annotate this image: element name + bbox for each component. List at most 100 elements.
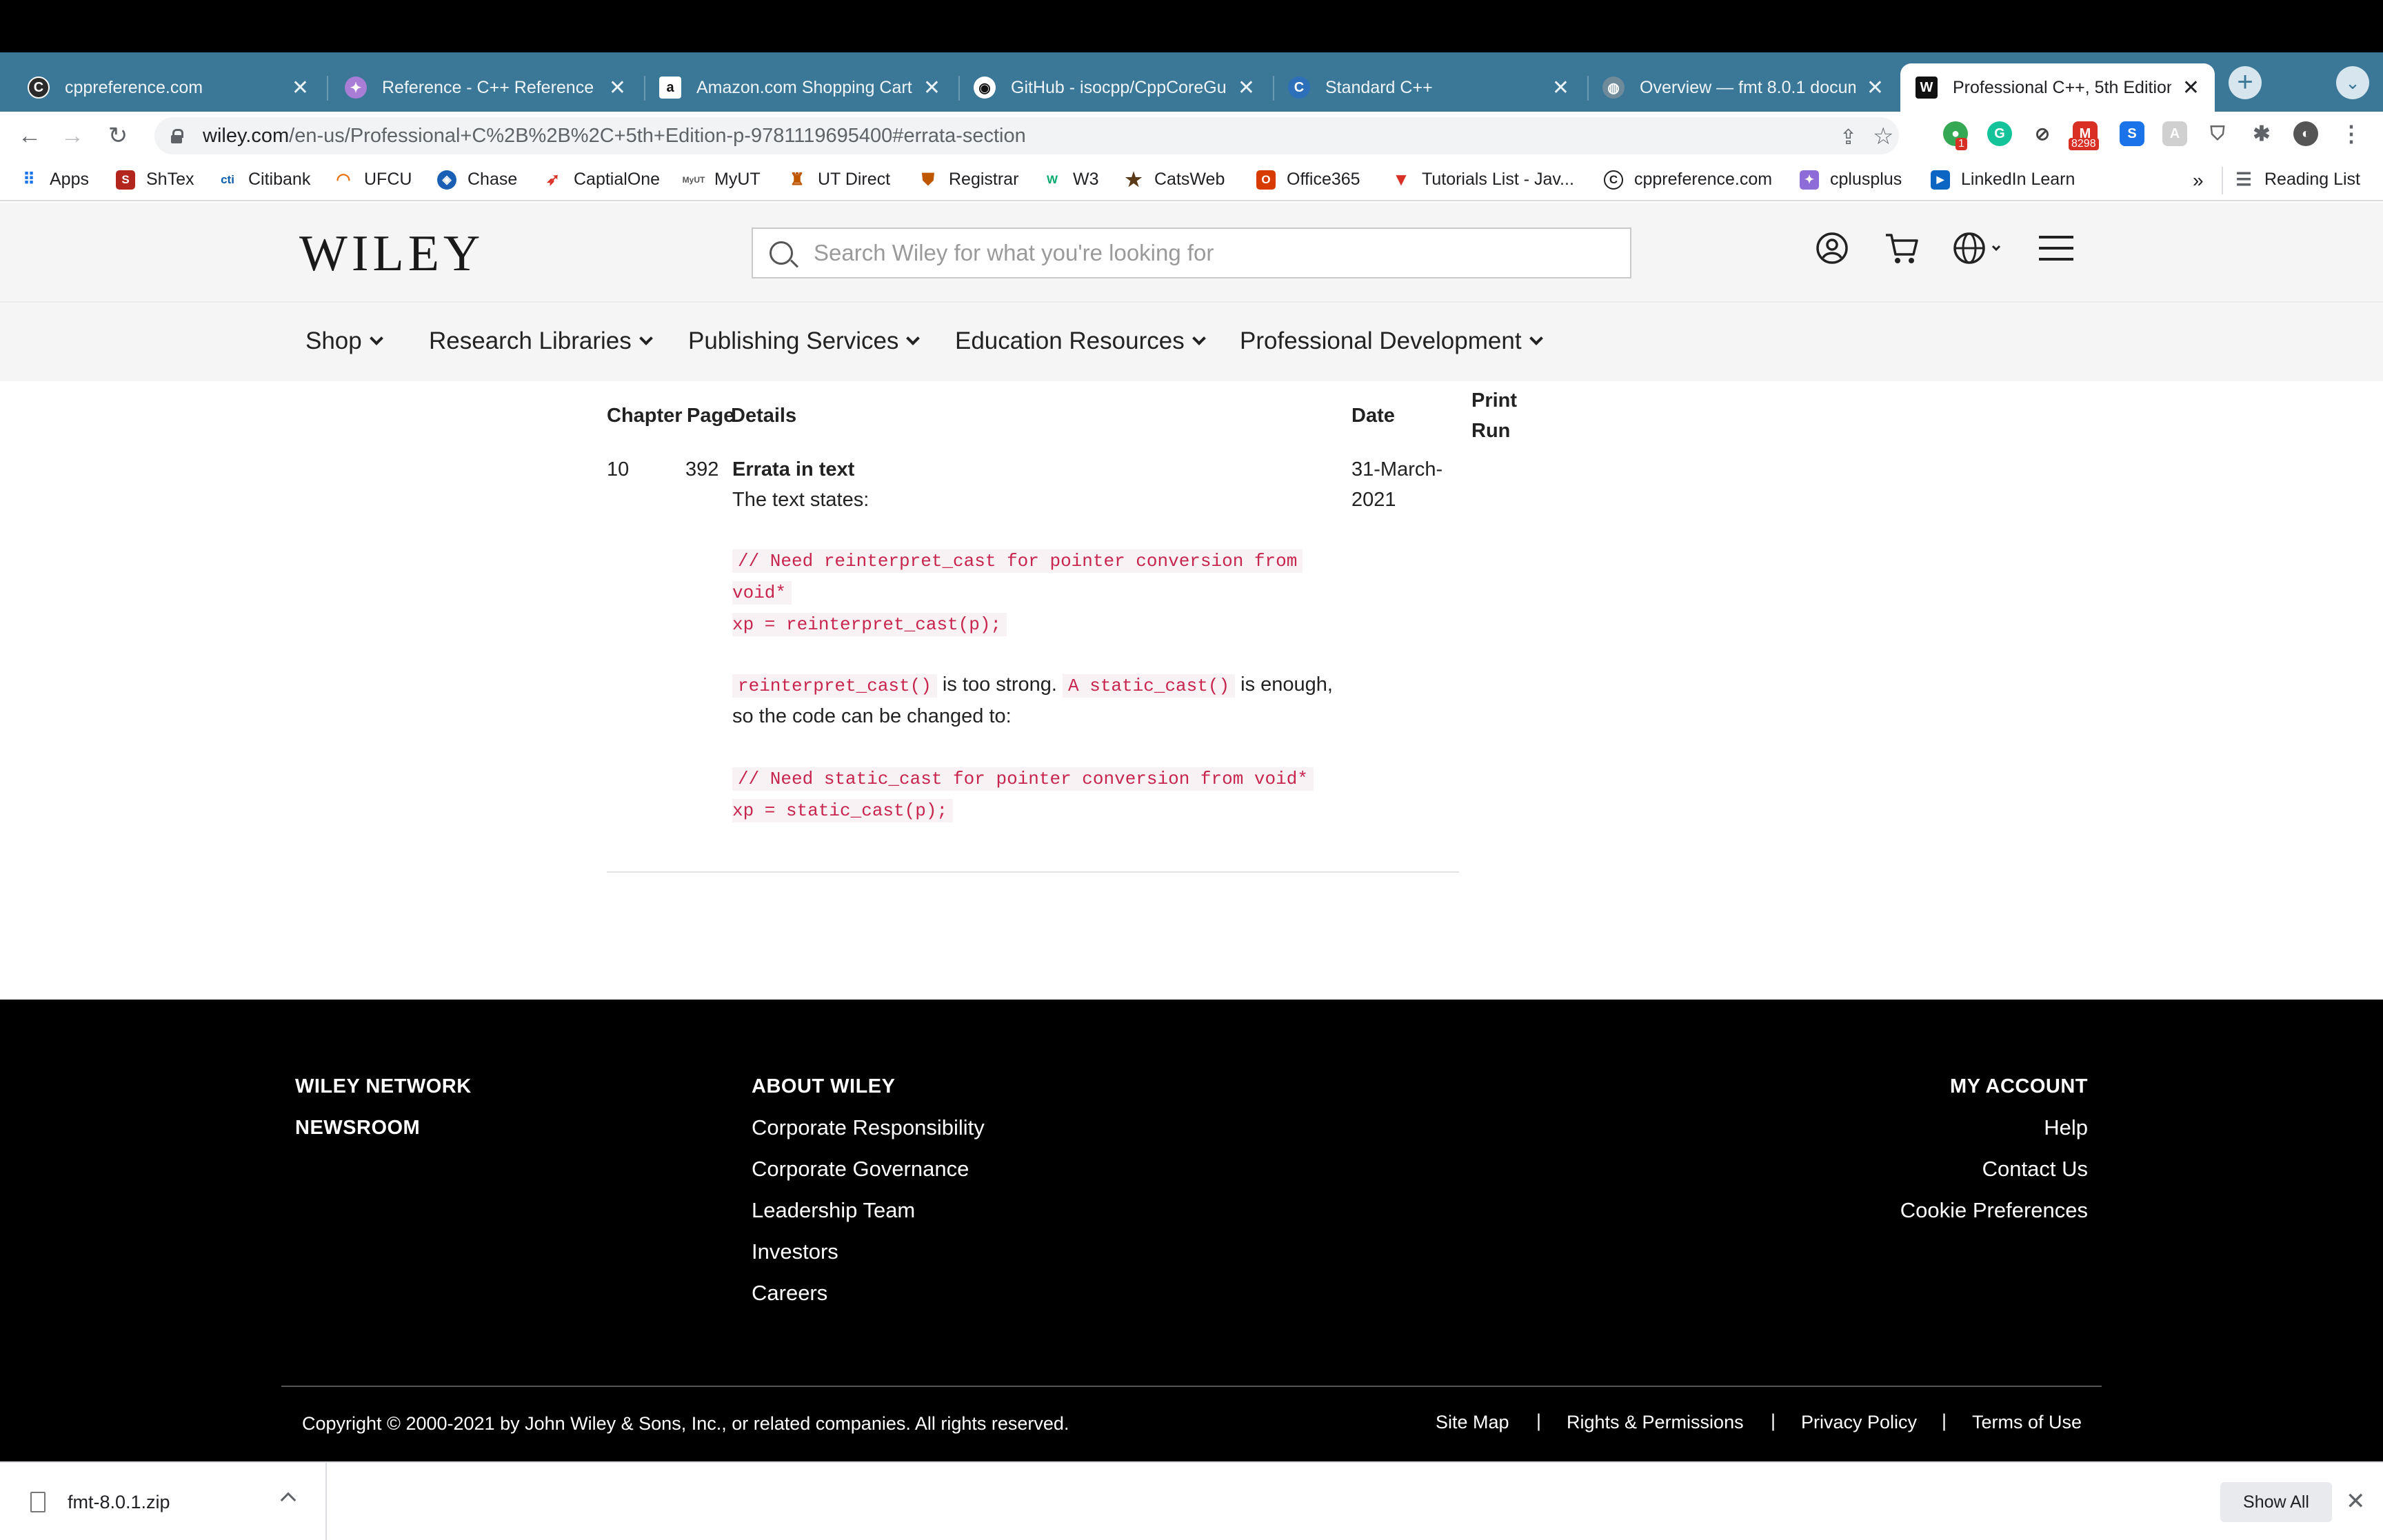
footer-link-corporate-governance[interactable]: Corporate Governance	[752, 1157, 969, 1182]
reading-list-button[interactable]: ☰ Reading List	[2234, 169, 2360, 190]
tab-title: Professional C++, 5th Edition	[1953, 77, 2171, 97]
window-top-strip	[0, 0, 2383, 52]
bookmark-linkedin[interactable]: ▶ LinkedIn Learn	[1931, 170, 2075, 190]
tab-professional-cpp[interactable]: W Professional C++, 5th Edition ✕	[1900, 63, 2215, 112]
show-all-button[interactable]: Show All	[2220, 1482, 2332, 1522]
language-globe-icon[interactable]	[1953, 229, 2008, 267]
close-icon[interactable]: ✕	[2346, 1488, 2366, 1515]
profile-avatar-icon[interactable]: ◐	[2293, 121, 2318, 146]
tab-search-chevron-icon[interactable]: ⌄	[2336, 66, 2369, 99]
site-nav: Shop Research Libraries Publishing Servi…	[0, 301, 2383, 381]
bookmark-star-icon[interactable]: ☆	[1873, 123, 1893, 150]
tab-cplusplus[interactable]: ✦ Reference - C++ Reference ✕	[330, 63, 641, 112]
chevron-up-icon[interactable]	[280, 1492, 296, 1508]
footer-link-investors[interactable]: Investors	[752, 1239, 838, 1264]
reading-list-icon: ☰	[2235, 169, 2252, 190]
footer-link-corporate-responsibility[interactable]: Corporate Responsibility	[752, 1115, 985, 1140]
file-icon	[30, 1492, 46, 1512]
tab-separator	[327, 76, 328, 101]
bookmark-catsweb[interactable]: ★ CatsWeb	[1124, 169, 1225, 190]
tab-github[interactable]: ◉ GitHub - isocpp/CppCoreGui ✕	[958, 63, 1270, 112]
footer-link-privacy-policy[interactable]: Privacy Policy	[1801, 1412, 1917, 1433]
s-extension-icon[interactable]: S	[2120, 121, 2144, 146]
grammarly-icon[interactable]: G	[1987, 121, 2012, 146]
shield-extension-icon[interactable]: ⛉	[2205, 121, 2230, 146]
wiley-logo[interactable]: WILEY	[299, 225, 484, 283]
footer-link-careers[interactable]: Careers	[752, 1281, 827, 1306]
eye-slash-icon[interactable]: ⊘	[2030, 121, 2055, 146]
bookmark-ut-direct[interactable]: ♜ UT Direct	[787, 170, 890, 190]
bookmark-office365[interactable]: O Office365	[1256, 170, 1360, 190]
footer-link-terms-of-use[interactable]: Terms of Use	[1972, 1412, 2082, 1433]
back-arrow-icon[interactable]: ←	[14, 120, 46, 152]
hamburger-menu-icon[interactable]	[2038, 229, 2074, 267]
bookmark-w3[interactable]: W W3	[1043, 170, 1099, 190]
chrome-menu-icon[interactable]: ⋮	[2339, 121, 2364, 146]
header-chapter: Chapter	[607, 405, 683, 427]
tab-close-icon[interactable]: ✕	[292, 76, 309, 100]
account-icon[interactable]	[1815, 229, 1849, 267]
bookmark-registrar[interactable]: ⛊ Registrar	[918, 170, 1018, 190]
bookmark-cppreference[interactable]: Ccppreference.com	[1604, 170, 1772, 190]
tab-close-icon[interactable]: ✕	[923, 76, 941, 100]
bookmark-chase[interactable]: ◈ Chase	[437, 170, 517, 190]
bookmark-ufcu[interactable]: ◠ UFCU	[334, 170, 412, 190]
grey-extension-icon[interactable]: A	[2162, 121, 2187, 146]
extensions-puzzle-icon[interactable]: ✱	[2249, 121, 2274, 146]
tab-title: Amazon.com Shopping Cart	[696, 77, 912, 97]
footer-divider	[281, 1386, 2102, 1387]
tab-close-icon[interactable]: ✕	[1238, 76, 1255, 100]
bookmark-apps[interactable]: ⠿ Apps	[19, 170, 89, 190]
bookmark-label: ShTex	[146, 170, 194, 189]
footer-link-contact-us[interactable]: Contact Us	[1743, 1157, 2088, 1182]
footer-newsroom[interactable]: NEWSROOM	[295, 1117, 420, 1139]
nav-publishing-services[interactable]: Publishing Services	[688, 327, 921, 355]
header-date: Date	[1351, 405, 1395, 427]
bookmark-capitalone[interactable]: ➶ CaptialOne	[543, 170, 660, 190]
tab-close-icon[interactable]: ✕	[1867, 76, 1884, 100]
footer-about-heading: ABOUT WILEY	[752, 1075, 896, 1097]
tab-fmt-docs[interactable]: ◍ Overview — fmt 8.0.1 docum ✕	[1587, 63, 1899, 112]
legal-separator: |	[1942, 1410, 1947, 1431]
tab-close-icon[interactable]: ✕	[1552, 76, 1569, 100]
tab-standard-cpp[interactable]: C Standard C++ ✕	[1273, 63, 1585, 112]
share-icon[interactable]: ⇪	[1840, 125, 1857, 150]
footer-link-leadership-team[interactable]: Leadership Team	[752, 1198, 915, 1223]
bookmark-myut[interactable]: MyUT MyUT	[683, 170, 761, 190]
gmail-badge: 8298	[2069, 138, 2099, 150]
legal-separator: |	[1771, 1410, 1776, 1431]
bookmark-tutorials[interactable]: ▼ Tutorials List - Jav...	[1391, 169, 1574, 190]
cart-icon[interactable]	[1882, 229, 1921, 267]
footer-link-site-map[interactable]: Site Map	[1436, 1412, 1509, 1433]
nav-research-libraries[interactable]: Research Libraries	[429, 327, 653, 355]
nav-professional-development[interactable]: Professional Development	[1240, 327, 1543, 355]
tab-amazon[interactable]: a Amazon.com Shopping Cart ✕	[644, 63, 956, 112]
star-icon: ★	[1125, 169, 1143, 190]
bookmarks-overflow-chevron[interactable]: »	[2193, 170, 2204, 192]
url-domain: wiley.com	[203, 124, 290, 147]
bookmark-shtex[interactable]: S ShTex	[116, 170, 194, 190]
nav-shop[interactable]: Shop	[305, 327, 383, 355]
footer-wiley-network[interactable]: WILEY NETWORK	[295, 1075, 472, 1098]
tab-close-icon[interactable]: ✕	[609, 76, 626, 100]
footer-link-help[interactable]: Help	[1743, 1115, 2088, 1140]
bookmark-cplusplus[interactable]: ✦ cplusplus	[1800, 170, 1902, 190]
footer-link-rights-permissions[interactable]: Rights & Permissions	[1567, 1412, 1744, 1433]
site-search-box[interactable]	[752, 227, 1631, 278]
reload-icon[interactable]: ↻	[102, 120, 134, 152]
chase-icon: ◈	[437, 170, 456, 190]
search-icon[interactable]	[770, 241, 793, 265]
new-tab-button[interactable]: +	[2229, 66, 2262, 99]
bookmark-label: LinkedIn Learn	[1961, 170, 2075, 189]
tab-cppreference[interactable]: C cppreference.com ✕	[12, 63, 324, 112]
cppreference-icon: C	[1604, 170, 1623, 190]
forward-arrow-icon[interactable]: →	[57, 120, 88, 152]
footer-link-cookie-preferences[interactable]: Cookie Preferences	[1743, 1198, 2088, 1223]
nav-education-resources[interactable]: Education Resources	[955, 327, 1206, 355]
search-input[interactable]	[814, 240, 1607, 266]
bookmark-citibank[interactable]: cti Citibank	[218, 170, 310, 190]
download-item[interactable]: fmt-8.0.1.zip	[0, 1463, 327, 1540]
tab-close-icon[interactable]: ✕	[2182, 76, 2200, 100]
bookmark-label: CaptialOne	[574, 170, 661, 189]
address-bar[interactable]: wiley.com/en-us/Professional+C%2B%2B%2C+…	[154, 117, 1899, 154]
